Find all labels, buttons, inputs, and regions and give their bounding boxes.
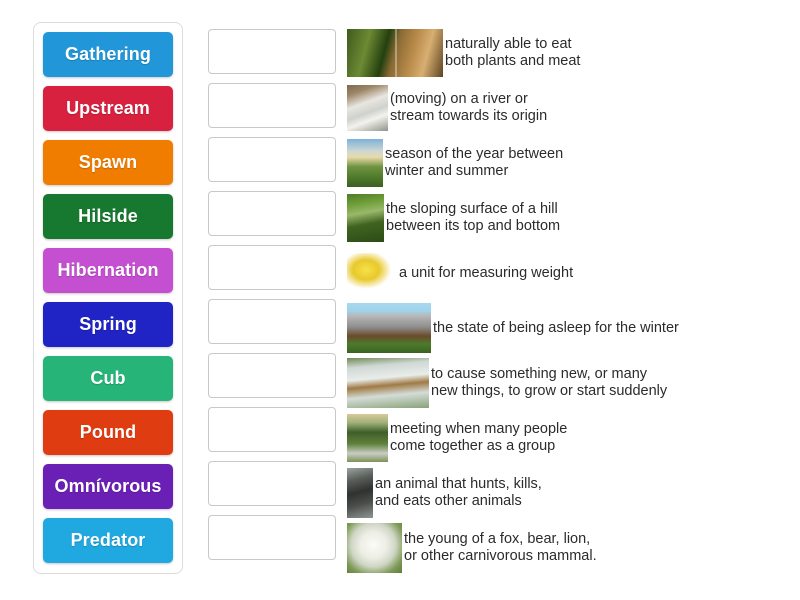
definition-row: (moving) on a river or stream towards it…	[347, 81, 787, 135]
drop-zone[interactable]	[208, 245, 336, 290]
white-bear-cub-image	[347, 523, 402, 573]
definition-row: the sloping surface of a hill between it…	[347, 191, 787, 245]
drop-zone[interactable]	[208, 353, 336, 398]
definition-text: the sloping surface of a hill between it…	[386, 201, 561, 234]
wolf-predator-image	[347, 468, 373, 518]
definition-row: season of the year between winter and su…	[347, 136, 787, 190]
yellow-squash-image	[347, 253, 397, 293]
word-card[interactable]: Pound	[43, 410, 173, 455]
drop-zone[interactable]	[208, 515, 336, 560]
word-card[interactable]: Spring	[43, 302, 173, 347]
drop-zone[interactable]	[208, 83, 336, 128]
word-card[interactable]: Hibernation	[43, 248, 173, 293]
bear-pair-image	[347, 29, 443, 77]
word-card-label: Cub	[90, 368, 126, 388]
word-card[interactable]: Omnívorous	[43, 464, 173, 509]
word-card-label: Hilside	[78, 206, 138, 226]
drop-zone[interactable]	[208, 137, 336, 182]
definition-text: naturally able to eat both plants and me…	[445, 36, 581, 69]
green-hill-path-image	[347, 194, 384, 242]
definition-column: naturally able to eat both plants and me…	[347, 26, 787, 576]
word-card[interactable]: Upstream	[43, 86, 173, 131]
drop-zone[interactable]	[208, 191, 336, 236]
word-card-label: Omnívorous	[54, 476, 162, 496]
definition-text: the state of being asleep for the winter	[433, 319, 679, 336]
word-card-label: Gathering	[65, 44, 151, 64]
definition-row: the young of a fox, bear, lion, or other…	[347, 521, 787, 575]
word-card-label: Spring	[79, 314, 137, 334]
word-card-label: Spawn	[78, 152, 138, 172]
word-card-label: Hibernation	[57, 260, 159, 280]
word-card-label: Predator	[70, 530, 146, 550]
bear-cave-image	[347, 303, 431, 353]
definition-row: a unit for measuring weight	[347, 246, 787, 300]
word-card[interactable]: Predator	[43, 518, 173, 563]
word-card[interactable]: Hilside	[43, 194, 173, 239]
definition-row: an animal that hunts, kills, and eats ot…	[347, 466, 787, 520]
definition-text: (moving) on a river or stream towards it…	[390, 91, 548, 124]
definition-row: meeting when many people come together a…	[347, 411, 787, 465]
word-bank-panel: Gathering Upstream Spawn Hilside Hibernation…	[33, 22, 183, 574]
drop-zone[interactable]	[208, 299, 336, 344]
bears-waterfall-image	[347, 358, 429, 408]
flower-meadow-image	[347, 139, 383, 187]
drop-zone[interactable]	[208, 461, 336, 506]
drop-zone[interactable]	[208, 407, 336, 452]
word-card-label: Upstream	[66, 98, 150, 118]
definition-text: season of the year between winter and su…	[385, 146, 564, 179]
word-card-label: Pound	[79, 422, 137, 442]
definition-row: to cause something new, or many new thin…	[347, 356, 787, 410]
definition-row: the state of being asleep for the winter	[347, 301, 787, 355]
definition-text: an animal that hunts, kills, and eats ot…	[375, 476, 542, 509]
outdoor-gathering-image	[347, 414, 388, 462]
drop-zone-column	[208, 29, 336, 569]
definition-text: a unit for measuring weight	[399, 264, 574, 281]
definition-text: meeting when many people come together a…	[390, 421, 568, 454]
definition-row: naturally able to eat both plants and me…	[347, 26, 787, 80]
word-card[interactable]: Cub	[43, 356, 173, 401]
definition-text: the young of a fox, bear, lion, or other…	[404, 531, 597, 564]
drop-zone[interactable]	[208, 29, 336, 74]
river-rapids-image	[347, 85, 388, 131]
word-card[interactable]: Spawn	[43, 140, 173, 185]
definition-text: to cause something new, or many new thin…	[431, 366, 668, 399]
word-card[interactable]: Gathering	[43, 32, 173, 77]
